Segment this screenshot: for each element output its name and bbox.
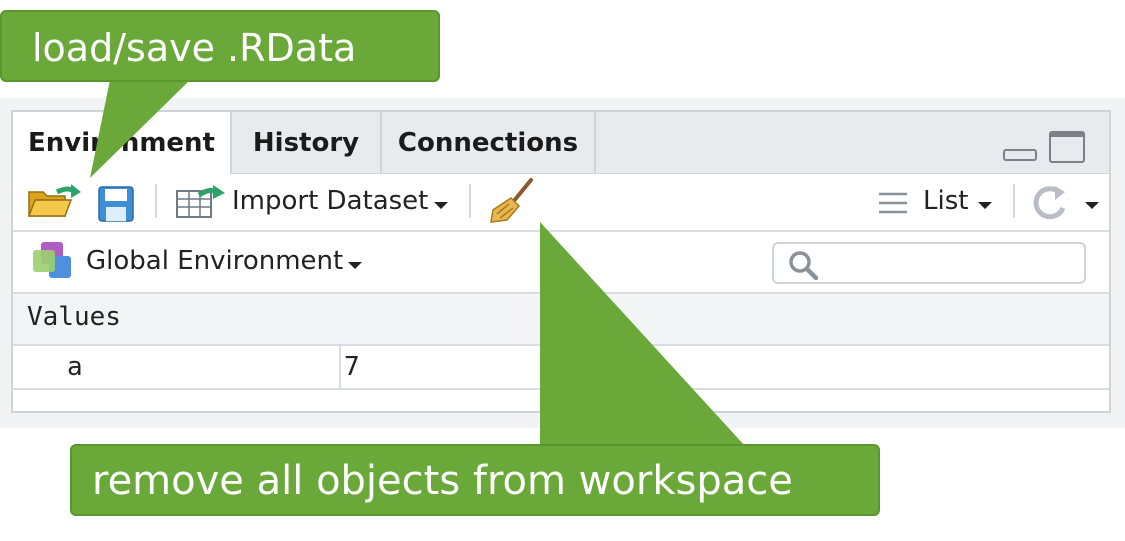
table-row[interactable]: a 7	[13, 346, 1109, 390]
callout-text: remove all objects from workspace	[92, 458, 793, 504]
minimize-icon[interactable]	[1003, 149, 1037, 161]
values-section-header: Values	[13, 294, 1109, 346]
variable-name: a	[67, 352, 83, 382]
section-label: Values	[27, 302, 121, 332]
broom-icon[interactable]	[487, 178, 537, 224]
search-input[interactable]	[772, 242, 1086, 284]
environment-selector[interactable]: Global Environment	[86, 246, 343, 276]
remove-objects-callout: remove all objects from workspace	[70, 444, 880, 516]
import-dataset-button[interactable]: Import Dataset	[232, 186, 428, 216]
toolbar-separator	[1013, 184, 1015, 218]
variable-value: 7	[344, 352, 360, 382]
chevron-down-icon[interactable]	[348, 262, 362, 269]
tab-connections[interactable]: Connections	[382, 112, 596, 173]
chevron-down-icon[interactable]	[978, 202, 992, 209]
toolbar-separator	[155, 184, 157, 218]
save-icon[interactable]	[97, 185, 135, 223]
refresh-icon[interactable]	[1029, 182, 1071, 224]
search-icon	[788, 250, 819, 281]
column-divider	[339, 346, 341, 388]
import-dataset-icon[interactable]	[175, 185, 227, 221]
list-icon	[877, 191, 909, 215]
tab-label: Connections	[397, 128, 579, 158]
chevron-down-icon[interactable]	[434, 202, 448, 209]
environment-pane: Environment History Connections Import D…	[11, 110, 1111, 413]
load-save-callout: load/save .RData	[0, 10, 440, 82]
callout-text: load/save .RData	[32, 26, 357, 70]
tab-environment[interactable]: Environment	[13, 112, 232, 174]
tab-label: History	[252, 128, 360, 158]
toolbar-separator	[469, 184, 471, 218]
tab-history[interactable]: History	[232, 112, 382, 173]
environment-icon	[31, 240, 77, 280]
tab-label: Environment	[28, 128, 215, 158]
toolbar: Import Dataset List	[13, 174, 1109, 232]
open-folder-icon[interactable]	[27, 182, 83, 222]
view-mode-button[interactable]: List	[923, 186, 968, 216]
environment-bar: Global Environment	[13, 232, 1109, 294]
chevron-down-icon[interactable]	[1085, 202, 1099, 209]
tab-bar: Environment History Connections	[13, 112, 1109, 174]
maximize-icon[interactable]	[1049, 131, 1085, 163]
